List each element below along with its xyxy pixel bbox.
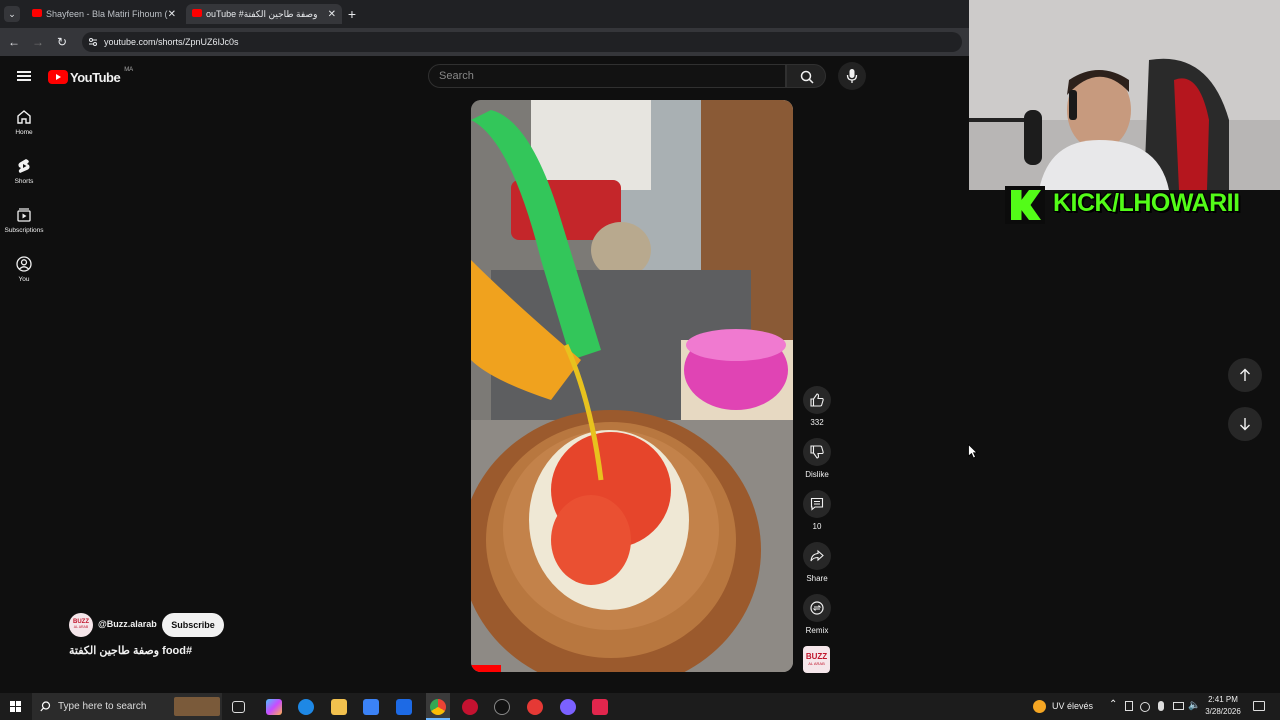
edge-browser-icon[interactable]	[298, 699, 314, 715]
tab-shayfeen[interactable]: Shayfeen - Bla Matiri Fihoum ( ✕	[26, 4, 182, 24]
share-button[interactable]: Share	[803, 542, 831, 583]
new-tab-button[interactable]: +	[344, 6, 360, 22]
sidebar-item-home[interactable]: Home	[0, 109, 48, 136]
youtube-logo-text: YouTube	[70, 69, 121, 85]
weather-text[interactable]: UV élevés	[1052, 701, 1093, 711]
mouse-cursor-icon	[968, 444, 978, 459]
like-count: 332	[810, 418, 824, 427]
arrow-down-icon	[1240, 418, 1250, 431]
youtube-page: YouTube MA Search Home Shorts Subscripti…	[0, 56, 969, 693]
comment-icon	[810, 497, 824, 511]
windows-start-icon[interactable]	[10, 701, 21, 712]
tray-device-icon[interactable]	[1125, 701, 1133, 711]
remix-icon	[810, 601, 824, 615]
share-icon	[810, 549, 824, 562]
kick-logo-icon	[1005, 186, 1045, 224]
subscriptions-icon	[17, 208, 31, 222]
back-arrow-icon[interactable]: ←	[6, 34, 22, 50]
tray-network-icon[interactable]	[1173, 702, 1184, 710]
outlook-icon[interactable]	[396, 699, 412, 715]
thumbs-up-icon	[810, 393, 824, 407]
app-red-circle-icon[interactable]	[462, 699, 478, 715]
search-input[interactable]: Search	[428, 64, 786, 88]
webcam-image	[969, 0, 1280, 190]
taskbar-search-placeholder: Type here to search	[58, 701, 147, 712]
comment-count: 10	[812, 522, 822, 531]
search-icon	[40, 701, 51, 712]
menu-icon[interactable]	[17, 71, 31, 81]
channel-avatar[interactable]: BUZZ AL ARAB	[69, 613, 93, 637]
forward-arrow-icon[interactable]: →	[30, 34, 46, 50]
site-info-icon[interactable]	[88, 37, 98, 47]
search-button[interactable]	[786, 64, 826, 88]
task-view-icon[interactable]	[232, 701, 245, 713]
microphone-icon	[846, 69, 858, 83]
video-title: #food وصفة طاجين الكفتة	[69, 645, 193, 657]
comments-button[interactable]: 10	[803, 490, 831, 531]
app-purple-icon[interactable]	[560, 699, 576, 715]
tab-active-shorts[interactable]: ouTube #وصفة طاجين الكفتة ✕	[186, 4, 342, 24]
voice-search-button[interactable]	[838, 62, 866, 90]
arrow-up-icon	[1240, 368, 1250, 381]
sound-avatar[interactable]: BUZZ AL ARAB	[803, 646, 830, 673]
close-tab-icon[interactable]: ✕	[168, 9, 176, 20]
subscribe-button[interactable]: Subscribe	[162, 613, 224, 637]
streamer-webcam	[969, 0, 1280, 190]
tray-chevron-up-icon[interactable]: ⌃	[1109, 699, 1117, 710]
kick-channel-text: KICK/LHOWARII	[1053, 189, 1240, 217]
app-4k-icon[interactable]	[494, 699, 510, 715]
sidebar-item-shorts[interactable]: Shorts	[0, 158, 48, 185]
shorts-icon	[18, 159, 30, 173]
dislike-label: Dislike	[805, 470, 829, 479]
address-bar-row: ← → ↻ youtube.com/shorts/ZpnUZ6IJc0s	[0, 28, 969, 56]
video-frame-cooking	[471, 100, 793, 672]
copilot-icon[interactable]	[266, 699, 282, 715]
url-field[interactable]: youtube.com/shorts/ZpnUZ6IJc0s	[82, 32, 962, 52]
file-explorer-icon[interactable]	[331, 699, 347, 715]
like-button[interactable]: 332	[803, 386, 831, 427]
clock-time[interactable]: 2:41 PM	[1206, 695, 1240, 704]
shorts-video-player[interactable]	[471, 100, 793, 672]
notification-center-icon[interactable]	[1253, 701, 1265, 711]
microsoft-store-icon[interactable]	[363, 699, 379, 715]
taskbar-search-box[interactable]: Type here to search	[32, 693, 222, 720]
tray-microphone-icon[interactable]	[1158, 701, 1164, 711]
share-label: Share	[806, 574, 828, 583]
remix-label: Remix	[805, 626, 829, 635]
home-icon	[17, 110, 31, 124]
youtube-favicon-icon	[192, 9, 202, 17]
chrome-icon	[430, 699, 446, 715]
kick-channel-overlay: KICK/LHOWARII	[1005, 186, 1267, 224]
dislike-button[interactable]: Dislike	[803, 438, 831, 479]
chrome-taskbar-button[interactable]	[426, 693, 450, 720]
youtube-logo[interactable]: YouTube MA	[48, 67, 134, 85]
reload-icon[interactable]: ↻	[54, 34, 70, 50]
url-text: youtube.com/shorts/ZpnUZ6IJc0s	[104, 37, 239, 47]
remix-button[interactable]: Remix	[803, 594, 831, 635]
thumbs-down-icon	[810, 445, 824, 459]
windows-taskbar: Type here to search UV élevés ⌃ 🔈 2:41 P…	[0, 693, 1280, 720]
tray-camera-icon[interactable]	[1140, 702, 1150, 712]
channel-handle[interactable]: @Buzz.alarab	[98, 619, 157, 629]
weather-sun-icon[interactable]	[1033, 700, 1046, 713]
country-code: MA	[124, 67, 134, 73]
next-short-button[interactable]	[1228, 407, 1262, 441]
sidebar-item-you[interactable]: You	[0, 256, 48, 283]
browser-tab-bar: ⌄ Shayfeen - Bla Matiri Fihoum ( ✕ ouTub…	[0, 0, 969, 28]
tray-speaker-icon[interactable]: 🔈	[1188, 700, 1200, 711]
search-highlight-image	[174, 697, 220, 716]
app-record-icon[interactable]	[527, 699, 543, 715]
you-icon	[16, 256, 32, 272]
youtube-favicon-icon	[32, 9, 42, 17]
search-icon	[800, 70, 814, 84]
tab-search-chevron-icon[interactable]: ⌄	[4, 6, 20, 22]
previous-short-button[interactable]	[1228, 358, 1262, 392]
sidebar-item-subscriptions[interactable]: Subscriptions	[0, 207, 48, 234]
youtube-play-logo-icon	[48, 70, 68, 84]
close-tab-icon[interactable]: ✕	[328, 9, 336, 20]
clock-date[interactable]: 3/28/2026	[1202, 707, 1244, 716]
app-pink-icon[interactable]	[592, 699, 608, 715]
